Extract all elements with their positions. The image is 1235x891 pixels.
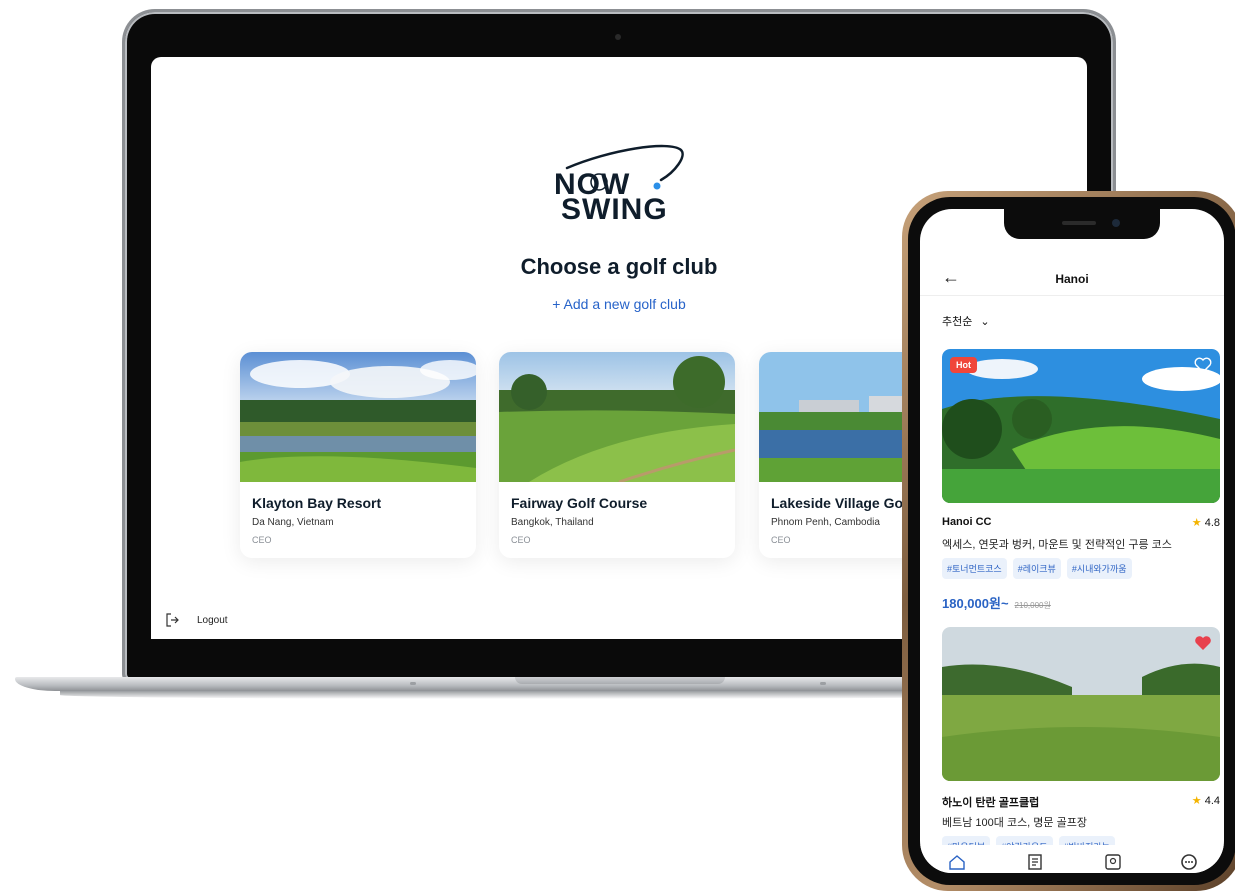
- laptop-shadow: [60, 691, 1040, 699]
- logout-icon: [166, 613, 179, 627]
- star-icon: ★: [1191, 517, 1202, 529]
- rating-value: 4.4: [1204, 795, 1220, 807]
- course-card[interactable]: Hot Hanoi CC ★ 4.8 엑세스, 연못과 벙커, 마운트 및 전략…: [942, 349, 1220, 619]
- bottom-tab-bar: [920, 845, 1224, 873]
- price-current: 180,000원~: [942, 596, 1009, 611]
- club-name: Fairway Golf Course: [511, 495, 648, 511]
- club-name: Klayton Bay Resort: [252, 495, 382, 511]
- more-icon[interactable]: [1180, 853, 1198, 871]
- phone-bezel: ← Hanoi 추천순 ⌄ Hot Hanoi CC ★ 4.8 엑세스, 연못…: [908, 197, 1235, 885]
- sort-dropdown[interactable]: 추천순 ⌄: [942, 313, 990, 329]
- course-tag[interactable]: #레이크뷰: [1012, 558, 1061, 579]
- heart-icon[interactable]: [1194, 635, 1212, 651]
- club-photo: [240, 352, 476, 482]
- price-original: 210,000원: [1014, 601, 1051, 610]
- laptop-foot-dot: [410, 682, 416, 685]
- phone-screen: ← Hanoi 추천순 ⌄ Hot Hanoi CC ★ 4.8 엑세스, 연못…: [920, 209, 1224, 873]
- course-name: Hanoi CC: [942, 516, 992, 528]
- now-swing-logo: NOW SWING: [549, 142, 689, 226]
- club-card[interactable]: Fairway Golf Course Bangkok, Thailand CE…: [499, 352, 735, 558]
- header-divider: [920, 295, 1224, 296]
- club-card[interactable]: Klayton Bay Resort Da Nang, Vietnam CEO: [240, 352, 476, 558]
- phone-notch: [1004, 209, 1160, 239]
- home-icon[interactable]: [948, 853, 966, 871]
- profile-icon[interactable]: [1104, 853, 1122, 871]
- club-photo: [499, 352, 735, 482]
- chevron-down-icon: ⌄: [980, 315, 990, 328]
- course-photo: [942, 349, 1220, 503]
- club-role: CEO: [771, 535, 791, 545]
- phone-frame: ← Hanoi 추천순 ⌄ Hot Hanoi CC ★ 4.8 엑세스, 연못…: [902, 191, 1235, 891]
- laptop-camera: [615, 34, 621, 40]
- club-name: Lakeside Village Golf: [771, 495, 912, 511]
- hot-badge: Hot: [950, 357, 977, 373]
- sort-label: 추천순: [942, 316, 973, 328]
- course-description: 베트남 100대 코스, 명문 골프장: [942, 817, 1087, 829]
- course-price: 180,000원~ 210,000원: [942, 593, 1051, 612]
- logo-text-swing: SWING: [561, 193, 668, 226]
- course-card[interactable]: 하노이 탄란 골프클럽 ★ 4.4 베트남 100대 코스, 명문 골프장 #마…: [942, 627, 1220, 867]
- rating-value: 4.8: [1204, 517, 1220, 529]
- laptop-foot-dot: [820, 682, 826, 685]
- course-rating: ★ 4.8: [1192, 516, 1220, 529]
- course-name: 하노이 탄란 골프클럽: [942, 797, 1040, 809]
- phone-camera: [1112, 219, 1120, 227]
- club-role: CEO: [511, 535, 531, 545]
- club-location: Da Nang, Vietnam: [252, 517, 334, 528]
- laptop-hinge-notch: [515, 677, 725, 684]
- course-description: 엑세스, 연못과 벙커, 마운트 및 전략적인 구릉 코스: [942, 539, 1172, 551]
- club-role: CEO: [252, 535, 272, 545]
- reservation-icon[interactable]: [1026, 853, 1044, 871]
- phone-speaker: [1062, 221, 1096, 225]
- logout-label: Logout: [197, 614, 228, 626]
- screen-title: Hanoi: [1055, 272, 1089, 286]
- course-tag[interactable]: #시내와가까움: [1066, 558, 1132, 579]
- course-photo: [942, 627, 1220, 781]
- heart-icon[interactable]: [1194, 357, 1212, 373]
- club-location: Bangkok, Thailand: [511, 517, 594, 528]
- star-icon: ★: [1191, 795, 1202, 807]
- tag-list: #토너먼트코스 #레이크뷰 #시내와가까움: [942, 558, 1132, 579]
- course-tag[interactable]: #토너먼트코스: [942, 558, 1007, 579]
- course-rating: ★ 4.4: [1192, 794, 1220, 807]
- club-location: Phnom Penh, Cambodia: [771, 517, 880, 528]
- logout-button[interactable]: Logout: [165, 613, 228, 627]
